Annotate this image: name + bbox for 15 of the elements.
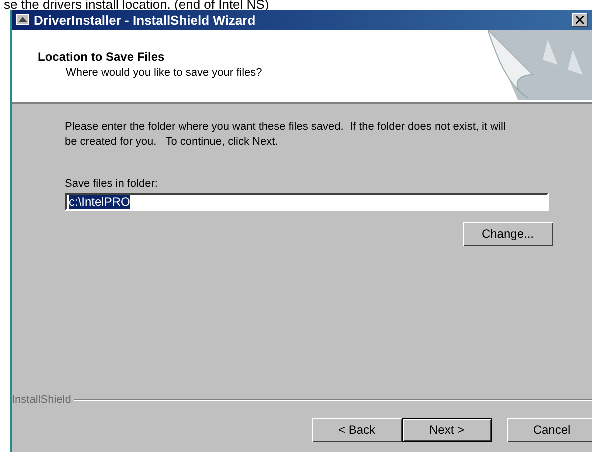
- window-title: DriverInstaller - InstallShield Wizard: [34, 12, 256, 28]
- wizard-button[interactable]: < Back: [312, 418, 402, 442]
- folder-input-field[interactable]: c:\IntelPRO: [65, 193, 549, 211]
- installer-icon: [16, 13, 30, 27]
- close-button[interactable]: [572, 13, 588, 27]
- folder-path-text: c:\IntelPRO: [69, 195, 130, 209]
- close-icon: [576, 16, 584, 24]
- page-subtitle: Where would you like to save your files?: [65, 67, 262, 79]
- installshield-brand-text: InstallShield: [12, 394, 72, 406]
- wizard-button[interactable]: Next >: [402, 418, 492, 442]
- folder-label: Save files in folder:: [65, 178, 159, 190]
- change-button[interactable]: Change...: [463, 222, 553, 246]
- instructions-text: Please enter the folder where you want these files saved. If the folder does not exist, it will be created for you. To continue, click Next.: [65, 120, 507, 150]
- page-title: Location to Save Files: [38, 50, 166, 64]
- wizard-button[interactable]: Cancel: [507, 418, 592, 442]
